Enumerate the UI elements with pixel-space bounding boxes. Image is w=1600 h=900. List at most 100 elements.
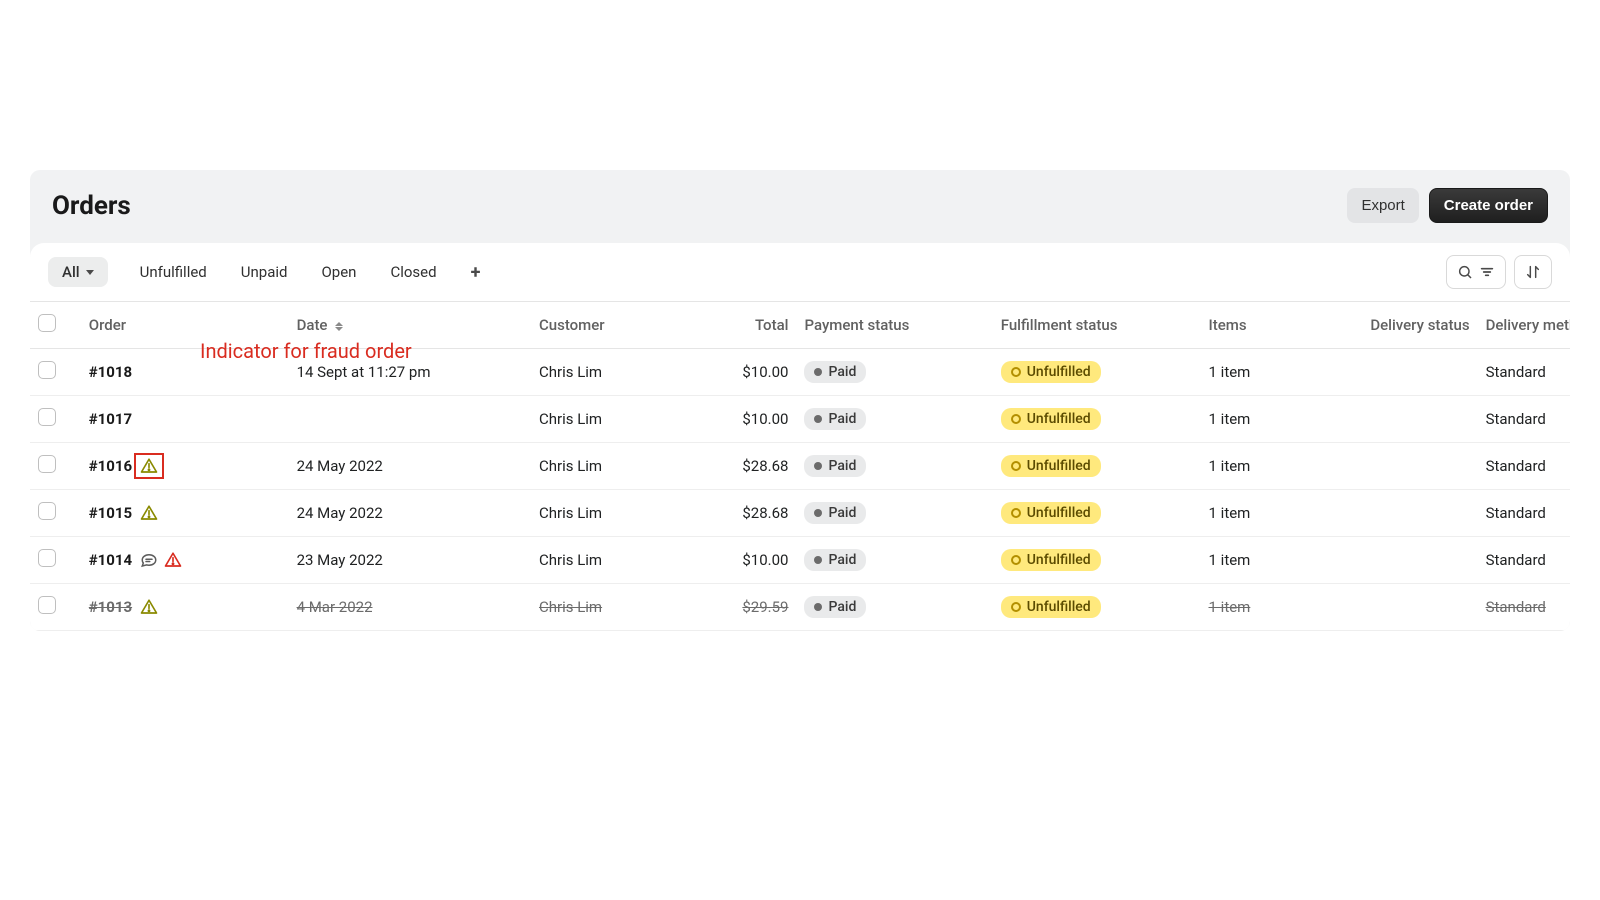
cell-date: 4 Mar 2022 [289,584,531,631]
cell-delivery-status [1328,584,1478,631]
cell-delivery-status [1328,396,1478,443]
warning-icon [140,504,158,522]
status-ring-icon [1011,461,1021,471]
cell-items: 1 item [1201,584,1328,631]
status-ring-icon [1011,414,1021,424]
cell-delivery-status [1328,490,1478,537]
sort-indicator-icon [335,322,343,331]
annotation-fraud-label: Indicator for fraud order [200,339,412,363]
order-number: #1018 [89,363,132,381]
status-dot-icon [814,368,822,376]
select-all-checkbox[interactable] [38,314,56,332]
search-filter-button[interactable] [1446,255,1506,289]
payment-status-badge: Paid [804,408,866,430]
fulfillment-status-badge: Unfulfilled [1001,361,1101,383]
table-row[interactable]: #101423 May 2022Chris Lim$10.00PaidUnful… [30,537,1570,584]
cell-date: 23 May 2022 [289,537,531,584]
cell-customer: Chris Lim [531,349,681,396]
fulfillment-status-badge: Unfulfilled [1001,549,1101,571]
status-ring-icon [1011,602,1021,612]
status-dot-icon [814,415,822,423]
col-fulfillment[interactable]: Fulfillment status [993,302,1201,349]
table-row[interactable]: #10134 Mar 2022Chris Lim$29.59PaidUnfulf… [30,584,1570,631]
create-order-button[interactable]: Create order [1429,188,1548,223]
col-customer[interactable]: Customer [531,302,681,349]
row-checkbox[interactable] [38,408,56,426]
cell-total: $10.00 [681,349,796,396]
cell-delivery-method: Standard [1478,396,1570,443]
cell-delivery-method: Standard [1478,537,1570,584]
order-number: #1015 [89,504,132,522]
status-ring-icon [1011,367,1021,377]
cell-delivery-status [1328,443,1478,490]
col-delivery-method[interactable]: Delivery method [1478,302,1570,349]
status-dot-icon [814,509,822,517]
tab-unpaid[interactable]: Unpaid [239,257,290,287]
sort-button[interactable] [1514,255,1552,289]
col-payment[interactable]: Payment status [796,302,992,349]
table-row[interactable]: #1016 24 May 2022Chris Lim$28.68 Paid Unful… [30,443,1570,490]
tab-all[interactable]: All [48,257,108,287]
table-row[interactable]: #101524 May 2022Chris Lim$28.68PaidUnful… [30,490,1570,537]
orders-panel: Orders Export Create order All Unfulfill… [30,170,1570,631]
payment-status-badge: Paid [804,502,866,524]
cell-customer: Chris Lim [531,443,681,490]
export-button[interactable]: Export [1347,188,1418,223]
sort-icon [1525,264,1541,280]
page-title: Orders [52,191,131,221]
cell-date: 24 May 2022 [289,443,531,490]
chat-icon [140,551,158,569]
cell-delivery-method: Standard [1478,349,1570,396]
cell-total: $29.59 [681,584,796,631]
fulfillment-status-badge: Unfulfilled [1001,455,1101,477]
cell-delivery-method: Standard [1478,443,1570,490]
col-total[interactable]: Total [681,302,796,349]
col-delivery-status[interactable]: Delivery status [1328,302,1478,349]
search-icon [1457,264,1473,280]
table-row[interactable]: #1017Chris Lim$10.00PaidUnfulfilled1 ite… [30,396,1570,443]
row-indicators [140,504,190,522]
row-checkbox[interactable] [38,549,56,567]
status-dot-icon [814,462,822,470]
cell-items: 1 item [1201,490,1328,537]
add-view-button[interactable]: + [469,256,483,289]
cell-items: 1 item [1201,443,1328,490]
cell-delivery-status [1328,537,1478,584]
tab-closed[interactable]: Closed [388,257,438,287]
cell-customer: Chris Lim [531,537,681,584]
tab-all-label: All [62,263,80,281]
payment-status-badge: Paid [804,596,866,618]
warning-icon [164,551,182,569]
tab-unfulfilled[interactable]: Unfulfilled [138,257,209,287]
payment-status-badge: Paid [804,455,866,477]
row-checkbox[interactable] [38,361,56,379]
fulfillment-status-badge: Unfulfilled [1001,408,1101,430]
cell-delivery-method: Standard [1478,490,1570,537]
cell-customer: Chris Lim [531,396,681,443]
row-checkbox[interactable] [38,455,56,473]
orders-card: All Unfulfilled Unpaid Open Closed + [30,243,1570,631]
cell-items: 1 item [1201,537,1328,584]
status-ring-icon [1011,555,1021,565]
cell-total: $10.00 [681,396,796,443]
tab-open[interactable]: Open [319,257,358,287]
warning-icon [140,598,158,616]
cell-date: 24 May 2022 [289,490,531,537]
row-checkbox[interactable] [38,502,56,520]
status-dot-icon [814,556,822,564]
order-number: #1013 [89,598,132,616]
order-number: #1017 [89,410,132,428]
row-checkbox[interactable] [38,596,56,614]
cell-delivery-status [1328,349,1478,396]
cell-total: $28.68 [681,443,796,490]
fulfillment-status-badge: Unfulfilled [1001,502,1101,524]
chevron-down-icon [86,270,94,275]
cell-items: 1 item [1201,349,1328,396]
order-number: #1014 [89,551,132,569]
order-number: #1016 [89,457,132,475]
annotation-highlight-box [134,453,164,479]
payment-status-badge: Paid [804,361,866,383]
col-items[interactable]: Items [1201,302,1328,349]
row-indicators [140,457,190,475]
cell-total: $28.68 [681,490,796,537]
